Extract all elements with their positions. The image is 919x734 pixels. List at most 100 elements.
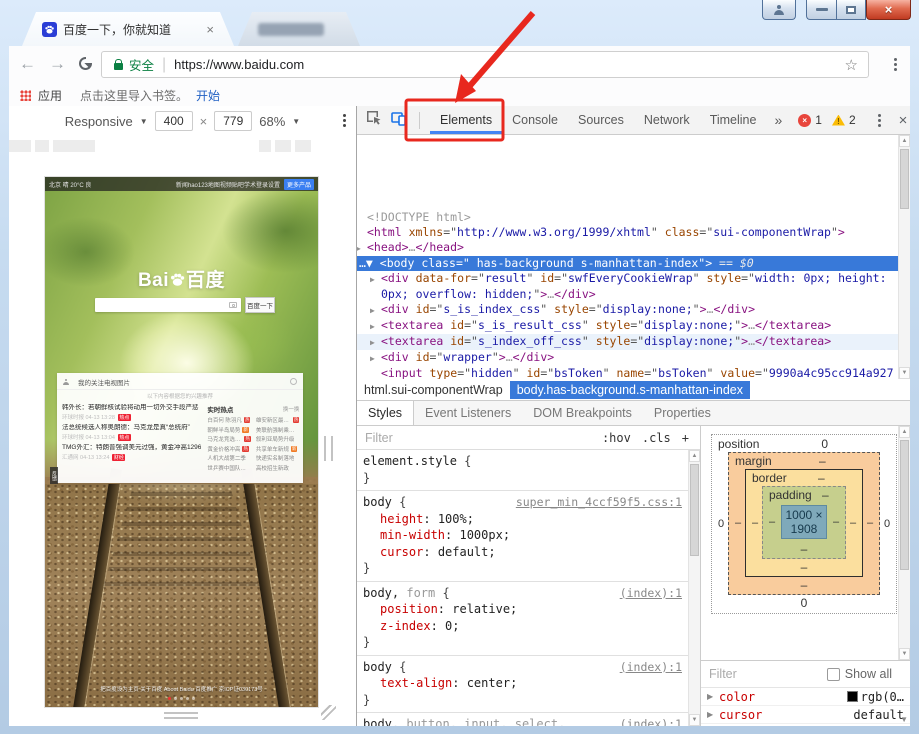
- devtools-tab[interactable]: Elements: [430, 107, 502, 134]
- new-rule-button[interactable]: +: [682, 431, 689, 445]
- devtools-tab[interactable]: Timeline: [700, 107, 767, 134]
- css-rule[interactable]: (index):1body, form { position: relative…: [357, 582, 688, 656]
- styles-filter-input[interactable]: Filter: [365, 431, 602, 445]
- css-property[interactable]: position: relative;: [363, 601, 682, 618]
- css-property[interactable]: height: 100%;: [363, 511, 682, 528]
- hot-search-refresh[interactable]: 换一换: [283, 405, 300, 413]
- article-title[interactable]: 法总统候选人称奥朗德：马克龙是真“总统府”: [62, 424, 201, 432]
- styles-pane-tab[interactable]: Styles: [357, 401, 414, 425]
- viewport-resize-handle-right[interactable]: [324, 436, 333, 461]
- more-tabs-icon[interactable]: »: [766, 112, 790, 128]
- bookmark-star-icon[interactable]: ☆: [845, 56, 858, 74]
- css-rule[interactable]: (index):1body { text-align: center; }: [357, 656, 688, 714]
- styles-pane-tab[interactable]: Properties: [643, 401, 722, 425]
- stylesheet-link[interactable]: (index):1: [620, 716, 682, 726]
- viewport-height-input[interactable]: 779: [214, 111, 252, 131]
- metrics-scrollbar[interactable]: ▲ ▼: [898, 426, 910, 660]
- expand-arrow-icon[interactable]: ▶: [370, 272, 381, 287]
- breadcrumb[interactable]: body.has-background.s-manhattan-index: [510, 381, 750, 399]
- profile-button[interactable]: [762, 0, 796, 20]
- url-text[interactable]: https://www.baidu.com: [174, 57, 844, 72]
- dom-tree-node[interactable]: ▶<textarea id="s_index_off_css" style="d…: [357, 334, 899, 350]
- close-window-button[interactable]: ×: [866, 0, 911, 20]
- top-nav-link[interactable]: 地图: [208, 183, 220, 189]
- chevron-down-icon[interactable]: ▼: [140, 117, 148, 126]
- show-all-checkbox[interactable]: [827, 668, 840, 681]
- devtools-menu-icon[interactable]: [878, 119, 881, 122]
- baidu-search-button[interactable]: 百度一下: [245, 297, 275, 313]
- computed-property[interactable]: ▶ cursor default: [701, 706, 910, 724]
- news-tab[interactable]: 我的关注: [78, 380, 104, 387]
- expand-arrow-icon[interactable]: ▶: [370, 319, 381, 334]
- hot-search-item[interactable]: 世乒赛中国队名单: [207, 464, 251, 472]
- box-model-padding[interactable]: padding– – 1000 × 1908 – –: [762, 486, 846, 559]
- box-model-margin[interactable]: margin– – border– –: [728, 452, 880, 595]
- news-tab[interactable]: 电视: [104, 380, 117, 387]
- zoom-select[interactable]: 68%: [259, 114, 285, 129]
- expand-arrow-icon[interactable]: ▶: [707, 710, 719, 719]
- maximize-button[interactable]: [836, 0, 866, 20]
- top-nav-link[interactable]: 登录: [256, 183, 268, 189]
- top-nav-link[interactable]: 视频: [220, 183, 232, 189]
- hot-search-item[interactable]: 叙利亚局势升级: [256, 435, 300, 443]
- viewport-resize-handle-bottom[interactable]: [164, 712, 198, 719]
- devtools-tab[interactable]: Console: [502, 107, 568, 134]
- computed-filter-input[interactable]: Filter: [709, 667, 827, 681]
- error-badge-icon[interactable]: ×: [798, 114, 811, 127]
- browser-tab-inactive[interactable]: [238, 12, 360, 46]
- hot-search-item[interactable]: 马克龙竞选集会热: [207, 435, 251, 443]
- top-nav-link[interactable]: 学术: [244, 183, 256, 189]
- back-button[interactable]: ←: [19, 54, 36, 74]
- hot-search-item[interactable]: 共享单车新规新: [256, 445, 300, 453]
- dom-tree-node[interactable]: <!DOCTYPE html>: [357, 210, 899, 225]
- breadcrumb[interactable]: html.sui-componentWrap: [357, 381, 510, 399]
- dom-tree-node[interactable]: ▶<div id="s_is_index_css" style="display…: [357, 302, 899, 318]
- hot-search-item[interactable]: 快递实名制落地: [256, 454, 300, 462]
- feedback-side-tag[interactable]: 反馈: [50, 467, 58, 484]
- dom-tree-node[interactable]: ▶<div data-for="result" id="swfEveryCook…: [357, 271, 899, 302]
- tab-close-icon[interactable]: ×: [206, 22, 214, 37]
- news-article[interactable]: 法总统候选人称奥朗德：马克龙是真“总统府” 环球时报 04-13 13:04热点: [62, 424, 201, 441]
- minimize-button[interactable]: [806, 0, 836, 20]
- styles-pane-tab[interactable]: Event Listeners: [414, 401, 522, 425]
- news-tab[interactable]: 图片: [117, 380, 130, 387]
- hot-search-item[interactable]: 白百何 陈羽凡热: [207, 416, 251, 424]
- scroll-down-icon[interactable]: ▼: [899, 648, 910, 660]
- browser-tab-active[interactable]: 百度一下，你就知道 ×: [22, 12, 234, 46]
- article-title[interactable]: TMG外汇：特朗普强调美元过强，黄金冲高1296: [62, 444, 201, 452]
- news-article[interactable]: 韩外长：若朝鲜核试验将动用一切外交手段严惩 环球时报 04-13 13:28热点: [62, 404, 201, 421]
- gear-icon[interactable]: [290, 378, 297, 385]
- expand-arrow-icon[interactable]: ▶: [370, 351, 381, 366]
- viewport-width-input[interactable]: 400: [155, 111, 193, 131]
- toggle-class-button[interactable]: .cls: [642, 431, 671, 445]
- hot-search-item[interactable]: 高校招生新政: [256, 464, 300, 472]
- scroll-down-icon[interactable]: ▼: [899, 367, 910, 379]
- css-rule[interactable]: element.style { }: [357, 450, 688, 491]
- device-mode-select[interactable]: Responsive: [65, 114, 133, 129]
- scroll-down-icon[interactable]: ▼: [900, 715, 908, 724]
- stylesheet-link[interactable]: super_min_4ccf59f5.css:1: [516, 494, 682, 511]
- dom-tree-node[interactable]: …▼ <body class=" has-background s-manhat…: [357, 256, 899, 271]
- styles-scrollbar[interactable]: ▲ ▼: [688, 450, 700, 726]
- expand-arrow-icon[interactable]: ▶: [357, 241, 367, 256]
- page-viewport[interactable]: 北京 晴 20°C 良 新闻hao123地图视频贴吧学术登录设置 更多产品 Ba…: [45, 177, 318, 707]
- baidu-search-input[interactable]: [95, 298, 241, 312]
- styles-pane-tab[interactable]: DOM Breakpoints: [522, 401, 643, 425]
- toggle-device-toolbar-icon[interactable]: [391, 110, 407, 131]
- camera-icon[interactable]: [229, 302, 237, 308]
- hot-search-item[interactable]: 黄金价格冲高热: [207, 445, 251, 453]
- top-nav-link[interactable]: 设置: [268, 183, 280, 189]
- css-property[interactable]: cursor: default;: [363, 544, 682, 561]
- warning-badge-icon[interactable]: !: [832, 115, 845, 126]
- dom-tree-node[interactable]: ▶<head>…</head>: [357, 240, 899, 256]
- dom-tree-node[interactable]: ▶<div id="wrapper">…</div>: [357, 350, 899, 366]
- scroll-down-icon[interactable]: ▼: [689, 714, 700, 726]
- top-nav-link[interactable]: 贴吧: [232, 183, 244, 189]
- hot-search-item[interactable]: 朝鲜半岛局势新: [207, 426, 251, 434]
- top-nav-link[interactable]: hao123: [188, 183, 208, 189]
- scroll-up-icon[interactable]: ▲: [689, 450, 700, 462]
- address-bar[interactable]: 安全 | https://www.baidu.com ☆: [101, 51, 869, 78]
- stylesheet-link[interactable]: (index):1: [620, 585, 682, 602]
- apps-grid-icon[interactable]: [20, 90, 31, 101]
- top-nav-link[interactable]: 新闻: [176, 183, 188, 189]
